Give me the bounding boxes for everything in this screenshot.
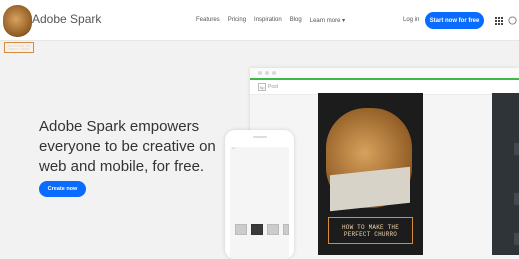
panel-handle <box>514 233 519 245</box>
poster-title-box: HOW TO MAKE THE PERFECT CHURRO <box>328 217 413 244</box>
editor-toolbar-label: Post <box>268 84 279 90</box>
login-link[interactable]: Log in <box>403 17 419 23</box>
user-icon[interactable] <box>508 16 517 25</box>
more-icon[interactable] <box>283 224 289 235</box>
nav-inspiration[interactable]: Inspiration <box>254 17 282 24</box>
poster-title-line-2: PERFECT CHURRO <box>343 230 398 238</box>
churro-poster: HOW TO MAKE THE PERFECT CHURRO <box>318 93 423 255</box>
start-now-button[interactable]: Start now for free <box>425 12 484 29</box>
browser-titlebar <box>250 68 519 78</box>
paper-wrap <box>330 166 410 212</box>
phone-poster-line-2: PERFECT CHURRO <box>8 47 30 51</box>
panel-handle <box>514 193 519 205</box>
phone-tool-row <box>235 224 289 235</box>
brand-name[interactable]: Adobe Spark <box>32 12 101 26</box>
theme-icon[interactable] <box>251 224 263 235</box>
hero-title: Adobe Spark empowers everyone to be crea… <box>39 118 216 175</box>
palette-icon[interactable] <box>267 224 279 235</box>
editor-side-panel <box>492 93 519 255</box>
phone-speaker <box>253 136 267 138</box>
phone-mockup <box>225 130 294 259</box>
panel-handle <box>514 143 519 155</box>
window-dot-icon <box>258 71 262 75</box>
poster-title-line-1: HOW TO MAKE THE <box>341 223 399 231</box>
nav-learn-more[interactable]: Learn more ▾ <box>310 17 345 24</box>
apps-grid-icon[interactable] <box>495 17 503 25</box>
nav-features[interactable]: Features <box>196 17 220 24</box>
create-now-button[interactable]: Create now <box>39 181 86 197</box>
phone-status: ••• <box>232 146 236 150</box>
nav-blog[interactable]: Blog <box>290 17 302 24</box>
layout-icon[interactable] <box>235 224 247 235</box>
window-dot-icon <box>265 71 269 75</box>
phone-screen <box>230 147 289 259</box>
phone-poster-label: HOW TO MAKE THE PERFECT CHURRO <box>4 42 34 53</box>
top-header: Sp Adobe Spark Features Pricing Inspirat… <box>0 0 519 41</box>
post-type-icon: Sp <box>258 83 266 91</box>
nav-pricing[interactable]: Pricing <box>228 17 246 24</box>
main-nav: Features Pricing Inspiration Blog Learn … <box>196 17 345 24</box>
phone-churro-image <box>3 5 32 37</box>
window-dot-icon <box>272 71 276 75</box>
